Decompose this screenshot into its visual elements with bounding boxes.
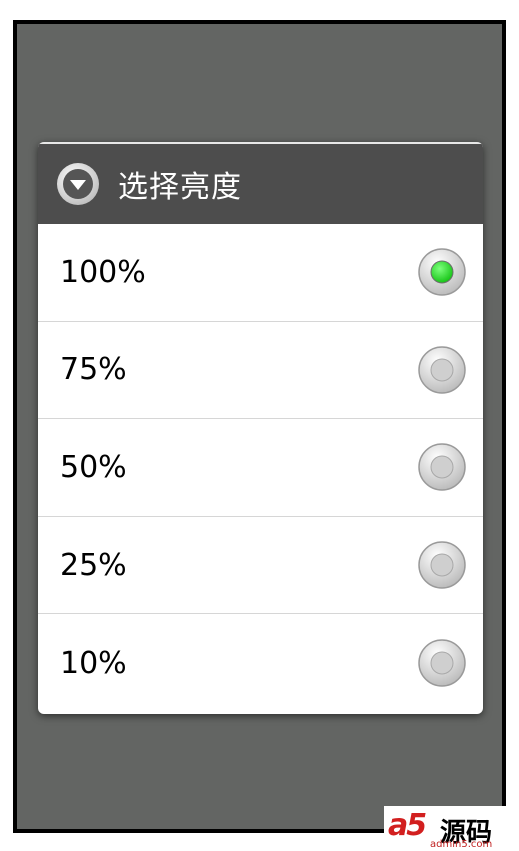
option-label: 50% (60, 449, 127, 485)
option-label: 100% (60, 254, 146, 290)
option-25[interactable]: 25% (38, 517, 483, 615)
brightness-dialog: 选择亮度 100% 75% 50% 25% 10% (38, 142, 483, 714)
watermark-a5: a5 (388, 808, 427, 843)
option-100[interactable]: 100% (38, 224, 483, 322)
dialog-title-bar: 选择亮度 (38, 142, 483, 224)
radio-unselected-icon[interactable] (417, 442, 467, 492)
option-10[interactable]: 10% (38, 614, 483, 712)
option-75[interactable]: 75% (38, 322, 483, 420)
option-label: 75% (60, 352, 127, 388)
chevron-down-circle-icon (57, 163, 99, 205)
radio-selected-icon[interactable] (417, 247, 467, 297)
dialog-title: 选择亮度 (118, 170, 242, 205)
radio-unselected-icon[interactable] (417, 638, 467, 688)
watermark-url: admin5.com (430, 839, 493, 850)
option-label: 25% (60, 547, 127, 583)
radio-unselected-icon[interactable] (417, 540, 467, 590)
watermark-logo: a5 源码 admin5.com (384, 806, 506, 851)
option-label: 10% (60, 645, 127, 681)
option-50[interactable]: 50% (38, 419, 483, 517)
radio-unselected-icon[interactable] (417, 345, 467, 395)
